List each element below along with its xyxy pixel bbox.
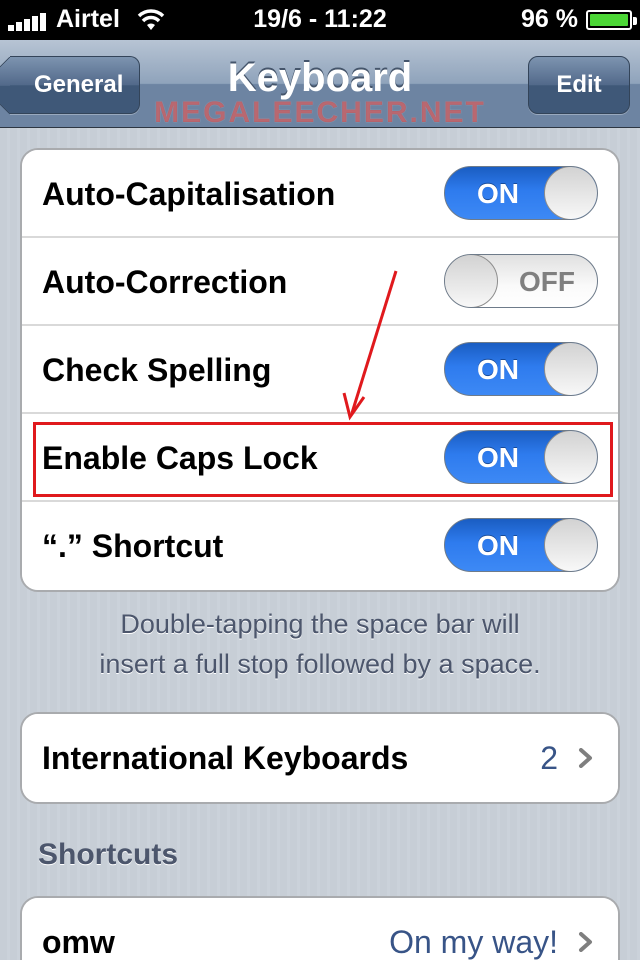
shortcut-row[interactable]: omw On my way! bbox=[22, 898, 618, 960]
back-button[interactable]: General bbox=[10, 56, 140, 114]
international-keyboards-group: International Keyboards 2 bbox=[20, 712, 620, 804]
setting-label: Check Spelling bbox=[42, 352, 272, 388]
international-keyboards-label: International Keyboards bbox=[42, 740, 409, 776]
toggle-knob bbox=[445, 255, 498, 307]
setting-row-period-shortcut: “.” Shortcut ON bbox=[22, 502, 618, 590]
setting-label: Auto-Capitalisation bbox=[42, 176, 336, 212]
battery-icon bbox=[586, 10, 637, 30]
period-shortcut-toggle[interactable]: ON bbox=[444, 518, 598, 572]
toggle-state-text: ON bbox=[477, 178, 519, 209]
toggle-state-text: OFF bbox=[519, 266, 575, 297]
battery-percentage: 96 % bbox=[521, 5, 578, 33]
toggle-state-text: ON bbox=[477, 354, 519, 385]
annotation-arrow-icon bbox=[342, 270, 398, 421]
international-keyboards-count: 2 bbox=[540, 740, 558, 776]
annotation-highlight-box bbox=[33, 422, 613, 497]
setting-row-check-spelling: Check Spelling ON bbox=[22, 326, 618, 414]
toggle-knob bbox=[544, 343, 597, 395]
check-spelling-toggle[interactable]: ON bbox=[444, 342, 598, 396]
auto-capitalisation-toggle[interactable]: ON bbox=[444, 166, 598, 220]
shortcuts-section-header: Shortcuts bbox=[38, 838, 179, 871]
international-keyboards-row[interactable]: International Keyboards 2 bbox=[22, 714, 618, 802]
auto-correction-toggle[interactable]: OFF bbox=[444, 254, 598, 308]
navigation-bar: General Keyboard MEGALEECHER.NET Edit bbox=[0, 40, 640, 129]
toggle-state-text: ON bbox=[477, 530, 519, 561]
shortcuts-group: omw On my way! bbox=[20, 896, 620, 960]
keyboard-settings-group: Auto-Capitalisation ON Auto-Correction O… bbox=[20, 148, 620, 592]
setting-label: Auto-Correction bbox=[42, 264, 288, 300]
footnote-line: Double-tapping the space bar will bbox=[120, 609, 520, 639]
setting-label: “.” Shortcut bbox=[42, 528, 224, 564]
period-shortcut-footnote: Double-tapping the space bar will insert… bbox=[0, 604, 640, 684]
shortcut-expansion: On my way! bbox=[389, 924, 558, 960]
footnote-line: insert a full stop followed by a space. bbox=[99, 649, 541, 679]
setting-row-auto-capitalisation: Auto-Capitalisation ON bbox=[22, 150, 618, 238]
toggle-knob bbox=[544, 167, 597, 219]
chevron-right-icon bbox=[579, 932, 592, 952]
setting-row-auto-correction: Auto-Correction OFF bbox=[22, 238, 618, 326]
shortcut-phrase: omw bbox=[42, 924, 115, 960]
toggle-knob bbox=[544, 519, 597, 571]
chevron-right-icon bbox=[579, 748, 592, 768]
status-bar: Airtel 19/6 - 11:22 96 % bbox=[0, 0, 640, 40]
